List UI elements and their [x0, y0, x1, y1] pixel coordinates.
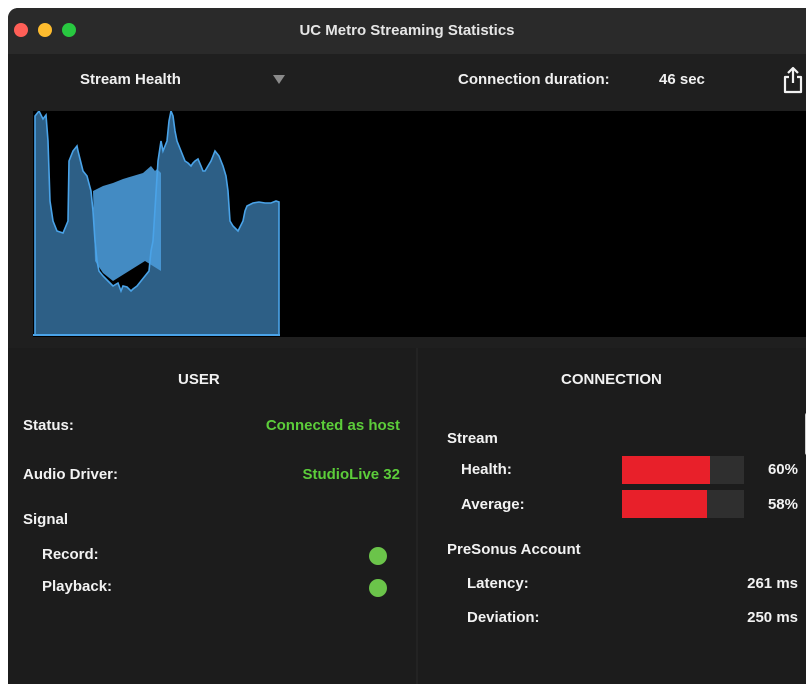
audio-driver-value: StudioLive 32 [302, 466, 400, 483]
status-value: Connected as host [265, 417, 400, 434]
playback-indicator [369, 579, 387, 597]
presonus-account-label: PreSonus Account [447, 541, 581, 558]
health-bar [622, 456, 744, 484]
latency-label: Latency: [467, 575, 529, 592]
average-bar [622, 490, 744, 518]
health-percent: 60% [767, 461, 798, 478]
average-bar-fill [622, 490, 707, 518]
connection-duration-value: 46 sec [659, 71, 705, 88]
panel-divider [416, 348, 418, 684]
view-select[interactable]: Stream Health [80, 71, 181, 88]
latency-value: 261 ms [747, 575, 798, 592]
health-label: Health: [461, 461, 512, 478]
health-bar-fill [622, 456, 710, 484]
stream-health-graph-plot [33, 108, 280, 336]
playback-label: Playback: [42, 578, 113, 595]
deviation-value: 250 ms [747, 609, 798, 626]
share-icon[interactable] [782, 66, 804, 94]
chevron-down-icon[interactable] [273, 75, 285, 84]
average-percent: 58% [767, 496, 798, 513]
user-heading: USER [178, 371, 220, 388]
connection-heading: CONNECTION [561, 371, 662, 388]
deviation-label: Deviation: [467, 609, 540, 626]
audio-driver-label: Audio Driver: [23, 466, 119, 483]
window-title: UC Metro Streaming Statistics [299, 22, 515, 39]
status-label: Status: [23, 417, 74, 434]
stream-label: Stream [447, 430, 498, 447]
title-bar: UC Metro Streaming Statistics [8, 8, 806, 54]
stream-health-graph [33, 108, 806, 337]
record-indicator [369, 547, 387, 565]
stream-health-band [93, 166, 161, 281]
signal-label: Signal [23, 511, 69, 528]
streaming-statistics-window: UC Metro Streaming Statistics Stream Hea… [8, 8, 806, 684]
record-label: Record: [42, 546, 99, 563]
connection-duration-label: Connection duration: [458, 71, 610, 88]
average-label: Average: [461, 496, 525, 513]
